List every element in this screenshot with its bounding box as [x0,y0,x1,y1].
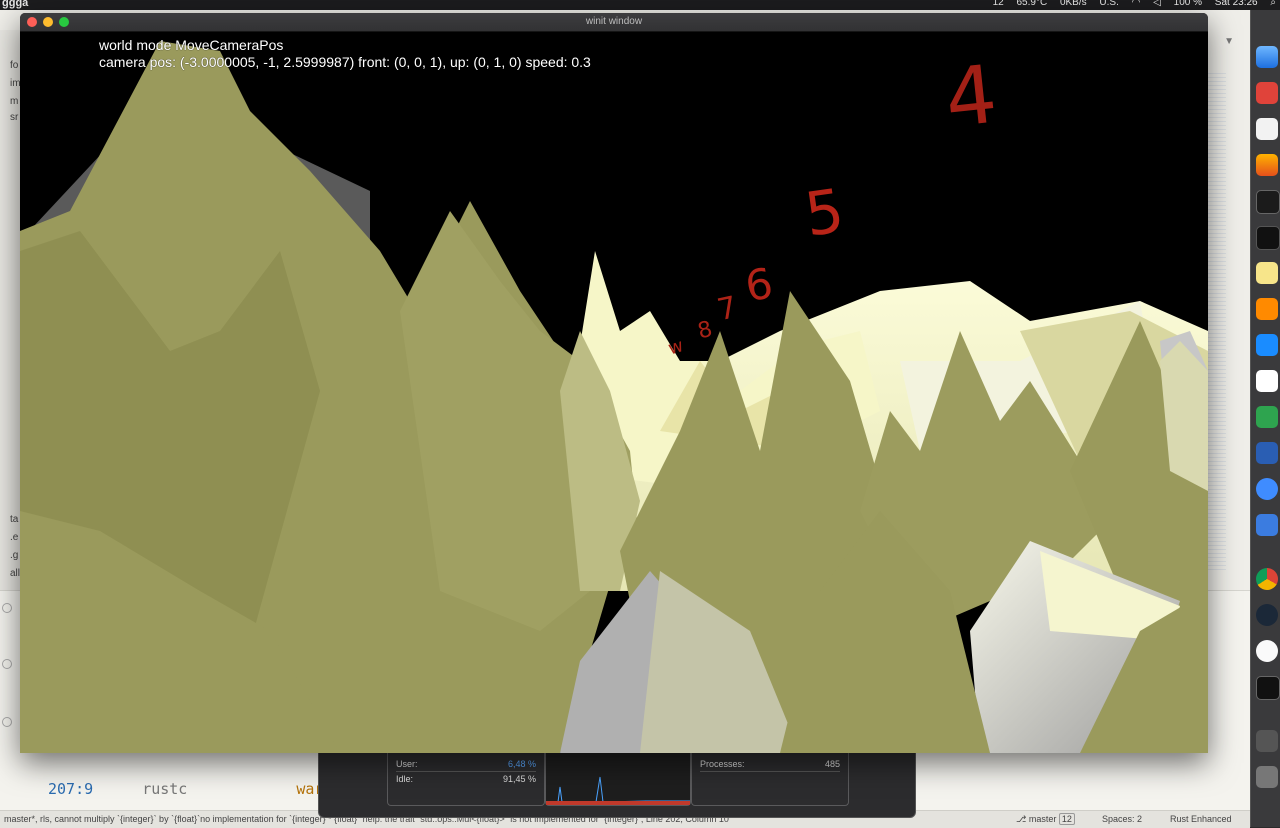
diagnostic-row[interactable]: 207:9 rustc war [48,780,323,798]
sidebar-item[interactable]: sr [10,112,18,123]
gutter-circle-icon [2,603,12,613]
slack-icon[interactable] [1256,370,1278,392]
terminal-icon[interactable] [1256,190,1280,214]
diagnostic-location: 207:9 [48,780,94,798]
app-icon[interactable] [1256,118,1278,140]
floating-number-6: 6 [742,258,777,311]
trash-icon[interactable] [1256,766,1278,788]
safari-icon[interactable] [1256,478,1278,500]
gutter-circle-icon [2,659,12,669]
activity-monitor-panel: User: 6,48 % Idle: 91,45 % Processes: 48… [318,752,916,818]
hud-mode-text: world mode MoveCameraPos [99,37,284,53]
cpu-idle-value: 91,45 % [502,774,536,784]
cpu-user-value: 6,48 % [507,759,536,769]
cpu-user-label: User: [396,759,418,769]
clock[interactable]: Sat 23:26 [1215,0,1258,8]
processes-value: 485 [824,759,840,769]
firefox-icon[interactable] [1256,154,1278,176]
git-branch[interactable]: ⎇ master 12 [1016,811,1075,828]
branch-name: master [1028,814,1057,824]
gutter-circle-icon [2,717,12,727]
downloads-icon[interactable] [1256,730,1278,752]
sidebar-item[interactable]: m [10,96,18,107]
input-source[interactable]: U.S. [1099,0,1118,8]
sidebar-item[interactable]: ta [10,514,18,525]
sidebar-item[interactable]: .g [10,550,18,561]
sidebar-item[interactable]: .e [10,532,18,543]
sublime-text-icon[interactable] [1256,298,1278,320]
sidebar-item[interactable]: fo [10,60,18,71]
floating-number-8: 8 [695,317,715,345]
floating-number-4: 4 [941,48,1001,146]
diagnostic-source: rustc [142,780,188,798]
file-sidebar: fo im m sr ta .e .g all [0,30,21,590]
activity-monitor-icon[interactable] [1256,226,1280,250]
dock [1250,10,1280,827]
cpu-user-row: User: 6,48 % [396,757,536,772]
indentation-setting[interactable]: Spaces: 2 [1102,811,1142,828]
wifi-icon[interactable]: ◠ [1132,0,1141,8]
process-stats-box: Processes: 485 [691,753,849,806]
temperature-status[interactable]: 65.9°C [1016,0,1047,8]
app-store-icon[interactable] [1256,334,1278,356]
console-icon[interactable] [1256,676,1280,700]
menu-extras: 12 65.9°C 0KB/s U.S. ◠ ◁ 100 % Sat 23:26… [983,0,1276,8]
xcode-icon[interactable] [1256,514,1278,536]
excel-icon[interactable] [1256,406,1278,428]
app-menu-name[interactable]: ggga [2,0,28,9]
branch-count-badge: 12 [1058,813,1075,825]
menu-bar: ggga 12 65.9°C 0KB/s U.S. ◠ ◁ 100 % Sat … [0,0,1280,10]
finder-icon[interactable] [1256,46,1278,68]
app-icon[interactable] [1256,640,1278,662]
floating-number-5: 5 [801,176,849,251]
todoist-icon[interactable] [1256,82,1278,104]
network-status[interactable]: 0KB/s [1060,0,1087,8]
cpu-load-graph [545,753,691,806]
steam-icon[interactable] [1256,604,1278,626]
cpu-idle-label: Idle: [396,774,414,784]
cpu-stats-box: User: 6,48 % Idle: 91,45 % [387,753,545,806]
sidebar-item[interactable]: all [10,568,20,579]
winit-window[interactable]: winit window 4 5 6 7 8 w world mode Move… [20,13,1208,753]
cpu-idle-row: Idle: 91,45 % [396,772,536,786]
cpu-count[interactable]: 12 [993,0,1004,8]
hud-camera-text: camera pos: (-3.0000005, -1, 2.5999987) … [99,54,591,70]
chevron-down-icon[interactable]: ▼ [1224,36,1234,47]
window-title: winit window [585,16,643,27]
chrome-icon[interactable] [1256,568,1278,590]
processes-row: Processes: 485 [700,757,840,772]
syntax-selector[interactable]: Rust Enhanced [1170,811,1232,828]
spotlight-icon[interactable]: ⌕ [1270,0,1276,8]
notes-icon[interactable] [1256,262,1278,284]
cpu-load-sparkline [545,776,690,805]
processes-label: Processes: [700,759,745,769]
volume-icon[interactable]: ◁ [1153,0,1161,8]
word-icon[interactable] [1256,442,1278,464]
3d-viewport[interactable]: 4 5 6 7 8 w [20,31,1208,753]
battery-status[interactable]: 100 % [1174,0,1202,8]
floating-number-7: 7 [714,290,740,328]
window-titlebar[interactable]: winit window [20,13,1208,32]
sidebar-item[interactable]: im [10,78,21,89]
